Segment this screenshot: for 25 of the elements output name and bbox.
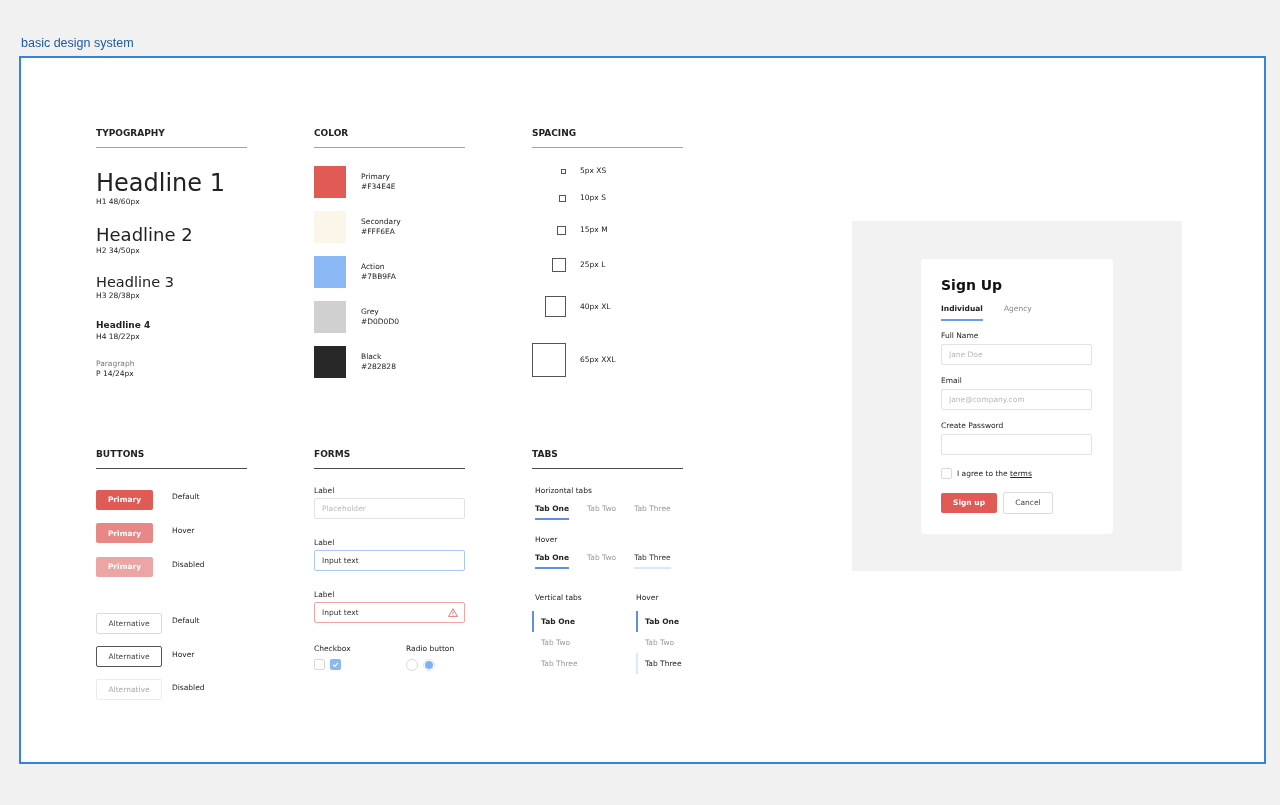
checkbox[interactable] — [314, 659, 325, 670]
section-heading: BUTTONS — [96, 448, 247, 469]
frame-title: basic design system — [21, 36, 134, 50]
type-sample: Headline 3 — [96, 273, 175, 291]
spacing-square-icon — [559, 194, 566, 202]
warning-icon — [448, 608, 458, 617]
section-heading: COLOR — [314, 127, 465, 148]
input-field[interactable] — [941, 434, 1092, 455]
spacing-square-icon — [561, 168, 566, 174]
type-sample: Headline 1 — [96, 169, 226, 197]
section-heading: FORMS — [314, 448, 465, 469]
checkbox[interactable] — [330, 659, 341, 670]
section-heading: TABS — [532, 448, 683, 469]
checkbox[interactable] — [941, 468, 952, 479]
type-sample: Headline 4 — [96, 319, 152, 332]
section-heading: TYPOGRAPHY — [96, 127, 247, 148]
radio-button[interactable] — [423, 659, 435, 671]
spacing-square-icon — [557, 225, 566, 235]
spacing-square-icon — [532, 343, 566, 377]
radio-button[interactable] — [406, 659, 418, 671]
spacing-square-icon — [545, 296, 566, 317]
type-sample: Headline 2 — [96, 224, 194, 246]
spacing-square-icon — [552, 258, 566, 272]
section-heading: SPACING — [532, 127, 683, 148]
form-title: Sign Up — [941, 276, 1004, 294]
